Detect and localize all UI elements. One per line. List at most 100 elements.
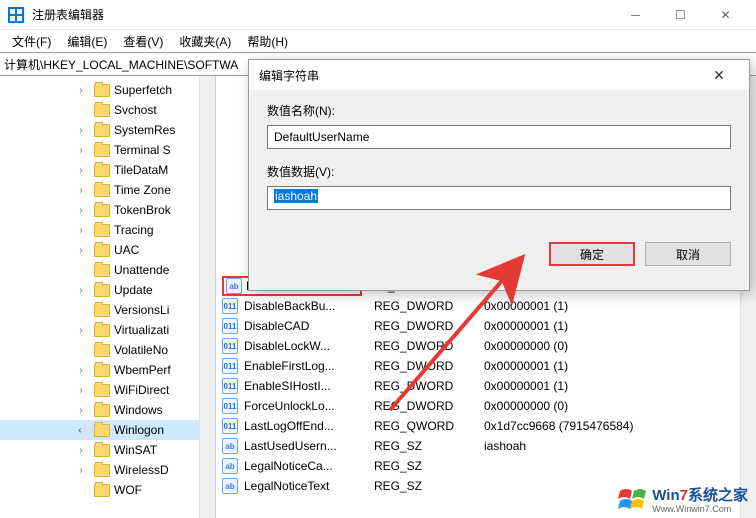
folder-icon [94,84,110,97]
folder-icon [94,144,110,157]
tree-item-windows[interactable]: ›Windows [0,400,215,420]
chevron-icon[interactable]: › [74,225,88,236]
cancel-button[interactable]: 取消 [645,242,731,266]
tree-item-virtualizati[interactable]: ›Virtualizati [0,320,215,340]
tree-item-svchost[interactable]: Svchost [0,100,215,120]
value-data: 0x00000001 (1) [484,299,756,313]
dialog-close-button[interactable]: ✕ [699,61,739,89]
folder-icon [94,464,110,477]
menu-file[interactable]: 文件(F) [4,31,59,52]
chevron-icon[interactable]: › [74,125,88,136]
windows-logo-icon [618,485,648,513]
tree-item-versionsli[interactable]: VersionsLi [0,300,215,320]
tree-item-label: WbemPerf [114,363,171,377]
binary-value-icon: 011 [222,358,238,374]
value-row[interactable]: 011DisableBackBu...REG_DWORD0x00000001 (… [216,296,756,316]
chevron-icon[interactable]: › [74,445,88,456]
tree-item-uac[interactable]: › UAC [0,240,215,260]
close-button[interactable]: ✕ [703,1,748,29]
chevron-icon[interactable]: › [74,465,88,476]
chevron-icon[interactable]: › [74,205,88,216]
value-name: ForceUnlockLo... [244,399,374,413]
value-row[interactable]: 011ForceUnlockLo...REG_DWORD0x00000000 (… [216,396,756,416]
value-data: iashoah [484,439,756,453]
dialog-titlebar: 编辑字符串 ✕ [249,60,749,90]
chevron-icon[interactable]: › [74,325,88,336]
tree-item-label: UAC [114,243,139,257]
binary-value-icon: 011 [222,338,238,354]
binary-value-icon: 011 [222,418,238,434]
value-data: 0x1d7cc9668 (7915476584) [484,419,756,433]
value-type: REG_SZ [374,459,484,473]
menu-view[interactable]: 查看(V) [115,31,171,52]
value-type: REG_DWORD [374,359,484,373]
chevron-icon[interactable]: › [74,145,88,156]
menu-favorites[interactable]: 收藏夹(A) [171,31,239,52]
folder-icon [94,204,110,217]
folder-icon [94,384,110,397]
folder-icon [94,164,110,177]
tree-item-label: VolatileNo [114,343,168,357]
value-data: 0x00000000 (0) [484,399,756,413]
menu-help[interactable]: 帮助(H) [239,31,296,52]
tree-item-time-zone[interactable]: ›Time Zone [0,180,215,200]
value-name: LegalNoticeText [244,479,374,493]
value-name: DisableLockW... [244,339,374,353]
chevron-icon[interactable]: › [74,285,88,296]
value-name: EnableFirstLog... [244,359,374,373]
chevron-icon[interactable]: › [74,405,88,416]
ok-button[interactable]: 确定 [549,242,635,266]
menu-edit[interactable]: 编辑(E) [59,31,115,52]
maximize-button[interactable]: ☐ [658,1,703,29]
value-type: REG_DWORD [374,379,484,393]
binary-value-icon: 011 [222,378,238,394]
tree-item-tracing[interactable]: ›Tracing [0,220,215,240]
value-type: REG_SZ [374,479,484,493]
tree-item-wifidirect[interactable]: ›WiFiDirect [0,380,215,400]
tree-item-unattende[interactable]: Unattende [0,260,215,280]
value-row[interactable]: 011LastLogOffEnd...REG_QWORD0x1d7cc9668 … [216,416,756,436]
value-row[interactable]: abLegalNoticeCa...REG_SZ [216,456,756,476]
tree-item-label: TileDataM [114,163,168,177]
watermark-url: Www.Winwin7.Com [652,505,748,514]
value-row[interactable]: 011EnableSIHostI...REG_DWORD0x00000001 (… [216,376,756,396]
minimize-button[interactable]: ─ [613,1,658,29]
value-data: 0x00000001 (1) [484,379,756,393]
value-data: 0x00000001 (1) [484,359,756,373]
tree-item-volatileno[interactable]: VolatileNo [0,340,215,360]
tree-item-wbemperf[interactable]: › WbemPerf [0,360,215,380]
tree-item-label: WinSAT [114,443,157,457]
chevron-icon[interactable]: › [74,365,88,376]
value-row[interactable]: 011DisableLockW...REG_DWORD0x00000000 (0… [216,336,756,356]
tree-item-systemres[interactable]: ›SystemRes [0,120,215,140]
address-path: 计算机\HKEY_LOCAL_MACHINE\SOFTWA [4,56,238,73]
tree-item-winlogon[interactable]: ⌄Winlogon [0,420,215,440]
value-row[interactable]: 011 EnableFirstLog...REG_DWORD0x00000001 … [216,356,756,376]
tree-item-winsat[interactable]: › WinSAT [0,440,215,460]
menubar: 文件(F) 编辑(E) 查看(V) 收藏夹(A) 帮助(H) [0,30,756,52]
tree-scrollbar[interactable] [199,76,215,518]
value-row[interactable]: 011DisableCADREG_DWORD0x00000001 (1) [216,316,756,336]
value-name: DisableBackBu... [244,299,374,313]
value-row[interactable]: abLastUsedUsern...REG_SZiashoah [216,436,756,456]
tree-item-tiledatam[interactable]: › TileDataM [0,160,215,180]
chevron-icon[interactable]: › [74,185,88,196]
chevron-icon[interactable]: ⌄ [76,423,87,437]
chevron-icon[interactable]: › [74,85,88,96]
tree-item-terminal-s[interactable]: ›Terminal S [0,140,215,160]
tree-item-superfetch[interactable]: ›Superfetch [0,80,215,100]
folder-icon [94,424,110,437]
chevron-icon[interactable]: › [74,165,88,176]
chevron-icon[interactable]: › [74,385,88,396]
value-name-input[interactable] [267,125,731,149]
tree-item-tokenbrok[interactable]: ›TokenBrok [0,200,215,220]
titlebar: 注册表编辑器 ─ ☐ ✕ [0,0,756,30]
value-data-input[interactable]: iashoah [267,186,731,210]
value-type: REG_DWORD [374,299,484,313]
tree-item-wof[interactable]: WOF [0,480,215,500]
chevron-icon[interactable]: › [74,245,88,256]
tree-item-label: Svchost [114,103,157,117]
tree-item-wirelessd[interactable]: ›WirelessD [0,460,215,480]
value-data: 0x00000001 (1) [484,319,756,333]
tree-item-update[interactable]: ›Update [0,280,215,300]
